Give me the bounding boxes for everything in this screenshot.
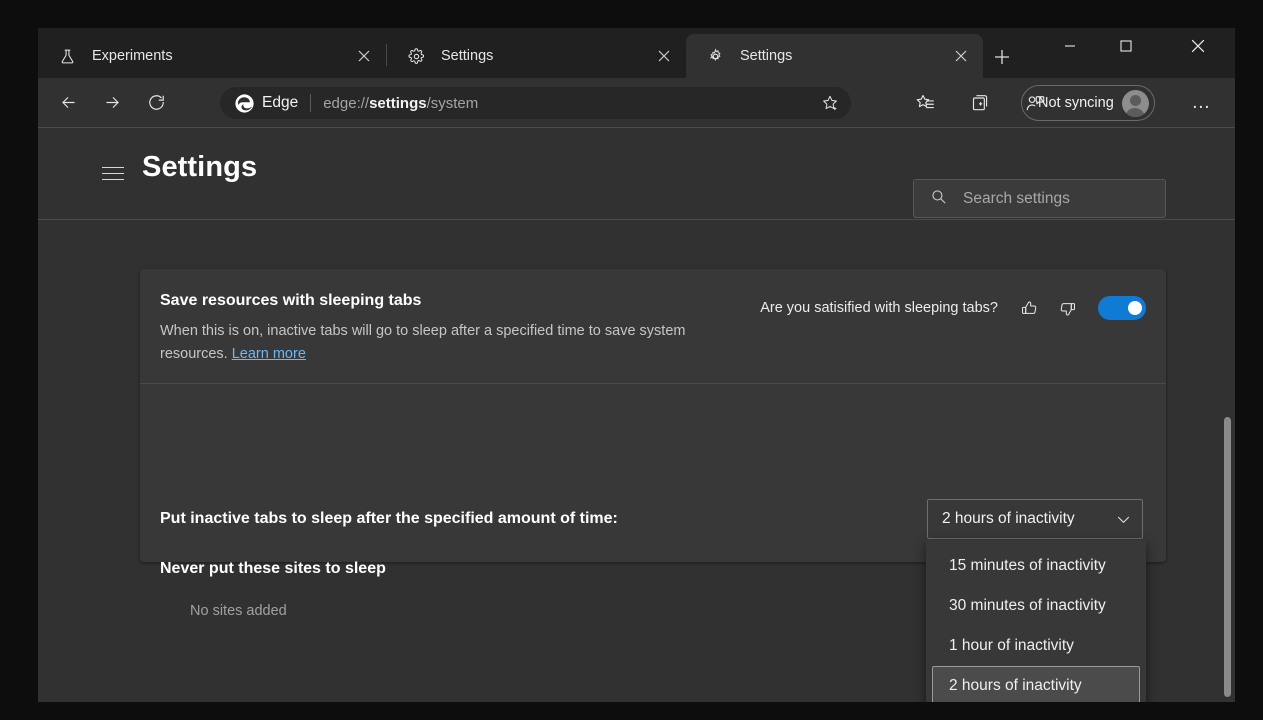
learn-more-link[interactable]: Learn more <box>232 346 306 362</box>
avatar <box>1121 89 1149 117</box>
sleeping-tabs-title: Save resources with sleeping tabs <box>160 292 422 309</box>
url-bold: settings <box>369 94 427 112</box>
tab-strip: Experiments Settings Settings <box>38 28 1235 78</box>
settings-header: Settings Search settings <box>38 128 1235 220</box>
search-input[interactable]: Search settings <box>913 179 1166 218</box>
sleeping-tabs-row: Save resources with sleeping tabs When t… <box>140 269 1166 384</box>
omnibox-divider <box>310 94 312 112</box>
favorites-icon[interactable] <box>908 86 942 120</box>
url-suffix: /system <box>426 94 479 112</box>
tab-title: Settings <box>441 48 494 64</box>
inactivity-select[interactable]: 2 hours of inactivity <box>927 499 1143 539</box>
settings-page: Settings Search settings Save resources … <box>38 127 1235 702</box>
tab-settings-2[interactable]: Settings <box>686 34 983 78</box>
back-button[interactable] <box>51 86 85 120</box>
profile-pill-label: Not syncing <box>1038 95 1114 111</box>
profile-pill[interactable]: Not syncing <box>1021 85 1155 121</box>
maximize-button[interactable] <box>1103 28 1149 64</box>
close-icon[interactable] <box>650 42 678 70</box>
forward-button[interactable] <box>95 86 129 120</box>
scrollbar-thumb[interactable] <box>1224 417 1231 697</box>
search-placeholder: Search settings <box>963 189 1070 207</box>
search-icon <box>930 188 947 210</box>
browser-window: Experiments Settings Settings Edge edge:… <box>38 28 1235 702</box>
inactivity-select-value: 2 hours of inactivity <box>942 510 1075 527</box>
refresh-button[interactable] <box>139 86 173 120</box>
new-tab-button[interactable] <box>985 42 1019 72</box>
minimize-button[interactable] <box>1047 28 1093 64</box>
thumbs-down-icon[interactable] <box>1052 293 1082 323</box>
feedback-question: Are you satisified with sleeping tabs? <box>760 300 998 316</box>
edge-logo-icon <box>234 93 255 114</box>
tab-title: Experiments <box>92 48 173 64</box>
address-bar[interactable]: Edge edge://settings/system <box>220 87 851 119</box>
flask-icon <box>58 47 76 65</box>
collections-icon[interactable] <box>964 86 998 120</box>
edge-badge-label: Edge <box>262 94 299 111</box>
dropdown-option-selected[interactable]: 2 hours of inactivity <box>932 666 1140 702</box>
sleeping-tabs-toggle[interactable] <box>1098 296 1146 320</box>
hamburger-menu-icon[interactable] <box>102 161 126 185</box>
sleeping-tabs-description: When this is on, inactive tabs will go t… <box>160 320 720 366</box>
page-scrollbar[interactable] <box>1220 128 1235 702</box>
more-options-button[interactable]: … <box>1184 85 1220 121</box>
never-sleep-label: Never put these sites to sleep <box>160 560 386 577</box>
gear-icon <box>407 47 425 65</box>
close-window-button[interactable] <box>1161 28 1235 64</box>
favorite-star-icon[interactable] <box>815 88 845 118</box>
chevron-down-icon <box>1115 511 1132 528</box>
url-text: edge://settings/system <box>323 95 815 112</box>
feedback-group: Are you satisified with sleeping tabs? <box>760 293 1146 323</box>
browser-toolbar: Edge edge://settings/system Not syncing … <box>38 78 1235 127</box>
dropdown-option[interactable]: 30 minutes of inactivity <box>932 586 1140 626</box>
gear-icon <box>706 47 724 65</box>
dropdown-option[interactable]: 1 hour of inactivity <box>932 626 1140 666</box>
thumbs-up-icon[interactable] <box>1014 293 1044 323</box>
no-sites-added-text: No sites added <box>190 603 287 619</box>
tab-settings-1[interactable]: Settings <box>387 34 686 78</box>
tab-experiments[interactable]: Experiments <box>38 34 386 78</box>
page-title: Settings <box>142 151 258 183</box>
put-to-sleep-label: Put inactive tabs to sleep after the spe… <box>160 510 618 527</box>
inactivity-dropdown-list[interactable]: 15 minutes of inactivity 30 minutes of i… <box>926 540 1146 702</box>
close-icon[interactable] <box>350 42 378 70</box>
close-icon[interactable] <box>947 42 975 70</box>
tab-title: Settings <box>740 48 793 64</box>
url-prefix: edge:// <box>323 94 370 112</box>
dropdown-option[interactable]: 15 minutes of inactivity <box>932 546 1140 586</box>
